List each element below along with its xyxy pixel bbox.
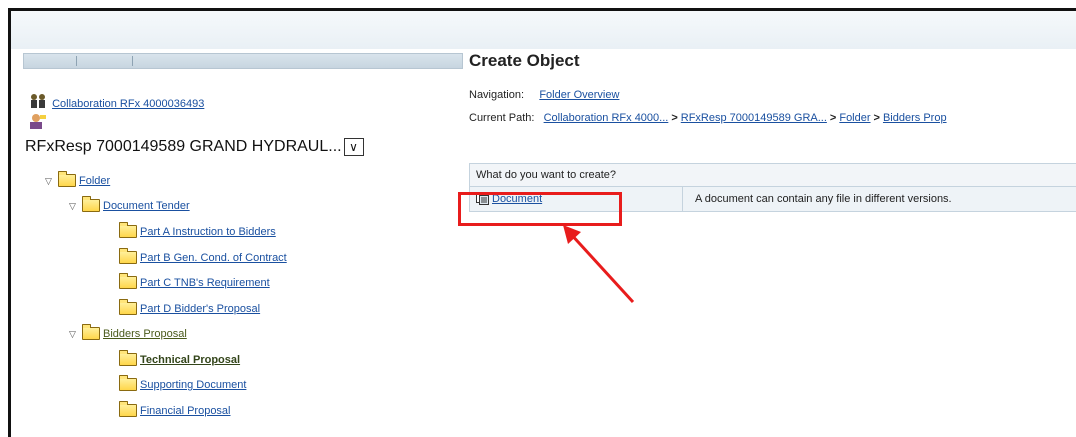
path-label: Current Path:: [469, 112, 535, 124]
expand-toggle-icon[interactable]: ▽: [45, 176, 57, 187]
tree-item-label[interactable]: Part A Instruction to Bidders: [140, 226, 276, 238]
expand-toggle-icon[interactable]: ▽: [69, 329, 81, 340]
folder-icon: [119, 401, 137, 417]
tree-item-part-b[interactable]: Part B Gen. Cond. of Contract: [119, 244, 287, 264]
tree-item-label[interactable]: Technical Proposal: [140, 354, 240, 366]
tree-item-label[interactable]: Financial Proposal: [140, 405, 231, 417]
breadcrumb-separator: >: [873, 112, 880, 124]
tree-item-technical-proposal[interactable]: Technical Proposal: [119, 346, 240, 366]
folder-icon: [119, 222, 137, 238]
tree-item-supporting-document[interactable]: Supporting Document: [119, 371, 246, 391]
tree-item-label[interactable]: Supporting Document: [140, 379, 246, 391]
rfx-dropdown-value: RFxResp 7000149589 GRAND HYDRAUL...: [25, 138, 342, 155]
breadcrumb-folder[interactable]: Folder: [839, 112, 870, 124]
table-header: What do you want to create?: [470, 164, 1076, 187]
navigation-pane: Collaboration RFx 4000036493 RFxResp 700…: [11, 49, 463, 437]
toolbar-separator: [132, 56, 133, 66]
collaboration-link[interactable]: Collaboration RFx 4000036493: [52, 98, 204, 110]
folder-icon: [58, 171, 76, 187]
tree-item-label[interactable]: Folder: [79, 175, 110, 187]
tree-item-label[interactable]: Bidders Proposal: [103, 328, 187, 340]
breadcrumb: Current Path: Collaboration RFx 4000... >…: [469, 112, 947, 124]
tree-item-label[interactable]: Part C TNB's Requirement: [140, 277, 270, 289]
folder-icon: [119, 248, 137, 264]
left-toolbar: [23, 53, 463, 69]
navigation-line: Navigation: Folder Overview: [469, 89, 619, 101]
tree-item-folder[interactable]: ▽ Folder: [45, 167, 110, 187]
tree-item-label[interactable]: Part D Bidder's Proposal: [140, 303, 260, 315]
tree-item-part-a[interactable]: Part A Instruction to Bidders: [119, 218, 276, 238]
folder-icon: [119, 273, 137, 289]
expand-toggle-icon[interactable]: ▽: [69, 201, 81, 212]
tree-item-label[interactable]: Part B Gen. Cond. of Contract: [140, 252, 287, 264]
highlight-box: [458, 192, 622, 226]
toolbar-separator: [76, 56, 77, 66]
tree-item-bidders-proposal[interactable]: ▽ Bidders Proposal: [69, 320, 187, 340]
breadcrumb-rfx-response[interactable]: RFxResp 7000149589 GRA...: [681, 112, 827, 124]
tree-item-document-tender[interactable]: ▽ Document Tender: [69, 192, 190, 212]
folder-icon: [82, 196, 100, 212]
folder-icon: [82, 324, 100, 340]
collaboration-entry: Collaboration RFx 4000036493: [29, 93, 204, 110]
folder-icon: [119, 375, 137, 391]
collaboration-icon: [31, 94, 45, 108]
breadcrumb-bidders-proposal[interactable]: Bidders Prop: [883, 112, 947, 124]
tree-item-part-d[interactable]: Part D Bidder's Proposal: [119, 295, 260, 315]
folder-icon: [119, 299, 137, 315]
page-title: Create Object: [469, 51, 580, 70]
tree-item-part-c[interactable]: Part C TNB's Requirement: [119, 269, 270, 289]
tree-item-financial-proposal[interactable]: Financial Proposal: [119, 397, 231, 417]
rfx-response-dropdown[interactable]: RFxResp 7000149589 GRAND HYDRAUL... ∨: [25, 137, 364, 157]
top-band: [11, 11, 1076, 49]
tree-item-label[interactable]: Document Tender: [103, 200, 190, 212]
document-description: A document can contain any file in diffe…: [695, 193, 952, 205]
red-arrow-icon: [563, 225, 635, 304]
person-icon: [29, 113, 47, 134]
navigation-label: Navigation:: [469, 89, 525, 101]
chevron-down-icon[interactable]: ∨: [343, 138, 364, 156]
breadcrumb-separator: >: [829, 112, 837, 124]
breadcrumb-collaboration[interactable]: Collaboration RFx 4000...: [544, 112, 669, 124]
folder-overview-link[interactable]: Folder Overview: [539, 89, 619, 101]
open-folder-icon: [119, 350, 137, 366]
breadcrumb-separator: >: [671, 112, 678, 124]
